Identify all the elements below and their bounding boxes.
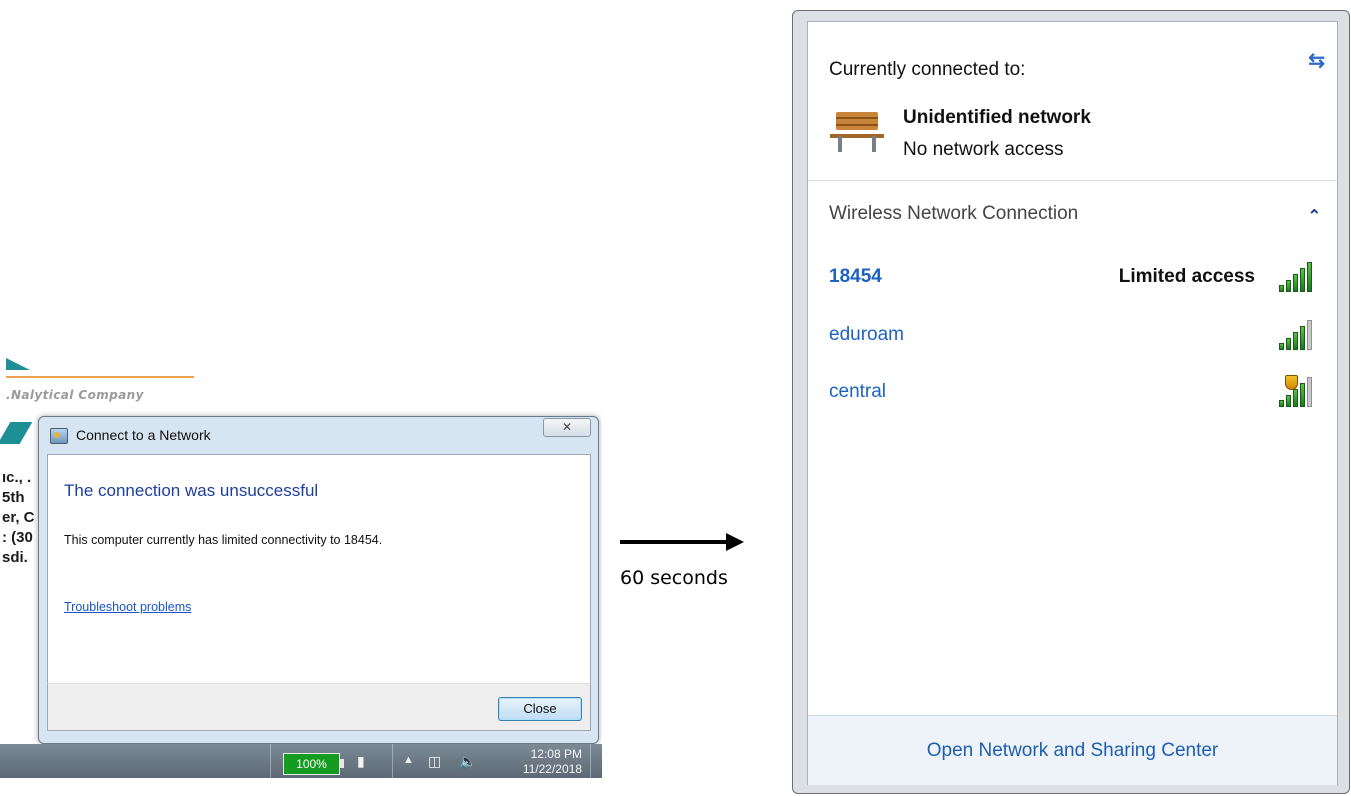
security-shield-icon [1285, 375, 1298, 390]
show-desktop-divider [590, 744, 591, 778]
background-text-line: er, C [2, 509, 35, 526]
signal-strength-icon [1279, 375, 1317, 407]
background-text-line: 5th [2, 489, 25, 506]
dialog-message: This computer currently has limited conn… [64, 533, 383, 547]
bench-network-icon [830, 112, 886, 158]
taskbar-clock[interactable]: 12:08 PM 11/22/2018 [494, 747, 582, 777]
currently-connected-label: Currently connected to: [829, 59, 1026, 80]
background-text-line: : (30 [2, 529, 33, 546]
clock-date: 11/22/2018 [522, 762, 582, 776]
chevron-up-icon[interactable]: ⌃ [1308, 206, 1321, 226]
arrow-head-icon [726, 533, 744, 551]
dialog-heading: The connection was unsuccessful [64, 481, 319, 500]
network-item-status: Limited access [1118, 266, 1255, 287]
background-logo-shape [6, 358, 30, 370]
network-item-name: central [829, 381, 887, 402]
network-item-18454[interactable]: 18454 Limited access [829, 262, 1319, 294]
troubleshoot-link[interactable]: Troubleshoot problems [64, 600, 191, 614]
network-item-name: eduroam [829, 324, 904, 345]
background-logo-rule [6, 376, 194, 378]
close-button[interactable]: Close [498, 697, 582, 721]
dialog-titlebar[interactable]: Connect to a Network ✕ [39, 417, 598, 453]
signal-strength-icon [1279, 262, 1317, 292]
composite-screenshot: .Nalytical Company ıc., . 5th er, C : (3… [0, 0, 1351, 796]
network-item-name: 18454 [829, 266, 882, 287]
battery-indicator[interactable]: 100% [283, 753, 340, 775]
network-flyout-panel: Currently connected to: ⇆ Unidentified n… [807, 21, 1338, 785]
background-text-line: sdi. [2, 549, 28, 566]
current-network-name: Unidentified network [903, 107, 1091, 128]
clock-time: 12:08 PM [530, 747, 582, 761]
dialog-footer: Close [47, 683, 591, 731]
connect-to-network-dialog: Connect to a Network ✕ The connection wa… [38, 416, 599, 744]
left-screenshot: .Nalytical Company ıc., . 5th er, C : (3… [0, 358, 602, 778]
current-network-status: No network access [903, 139, 1064, 160]
volume-icon[interactable]: 🔈 [459, 753, 476, 770]
taskbar: 100% ▮ ▲ ◫ 🔈 12:08 PM 11/22/2018 [0, 744, 602, 778]
dialog-content: The connection was unsuccessful This com… [47, 454, 591, 684]
background-text-line: ıc., . [2, 469, 32, 486]
arrow-label: 60 seconds [620, 567, 728, 589]
taskbar-divider [392, 744, 393, 778]
signal-strength-icon [1279, 320, 1317, 350]
taskbar-divider [270, 744, 271, 778]
open-network-sharing-center-link[interactable]: Open Network and Sharing Center [808, 740, 1337, 762]
background-logo-text: .Nalytical Company [6, 388, 144, 402]
background-logo-mark [0, 422, 33, 444]
network-tray-icon[interactable]: ◫ [428, 753, 441, 770]
dialog-title: Connect to a Network [76, 427, 211, 443]
arrow-right-icon [620, 540, 730, 544]
network-flyout: Currently connected to: ⇆ Unidentified n… [792, 10, 1350, 794]
background-document-text: ıc., . 5th er, C : (30 sdi. [2, 468, 35, 568]
power-plug-icon[interactable]: ▮ [357, 753, 365, 770]
wireless-section-title[interactable]: Wireless Network Connection [829, 203, 1078, 225]
network-app-icon [50, 428, 68, 444]
flyout-footer: Open Network and Sharing Center [808, 715, 1337, 785]
battery-tip [340, 759, 344, 768]
show-hidden-icons-icon[interactable]: ▲ [403, 754, 414, 766]
close-icon[interactable]: ✕ [543, 418, 591, 437]
refresh-network-icon[interactable]: ⇆ [1308, 48, 1325, 73]
network-item-central[interactable]: central [829, 375, 1319, 409]
network-item-eduroam[interactable]: eduroam [829, 320, 1319, 352]
divider [808, 180, 1337, 181]
